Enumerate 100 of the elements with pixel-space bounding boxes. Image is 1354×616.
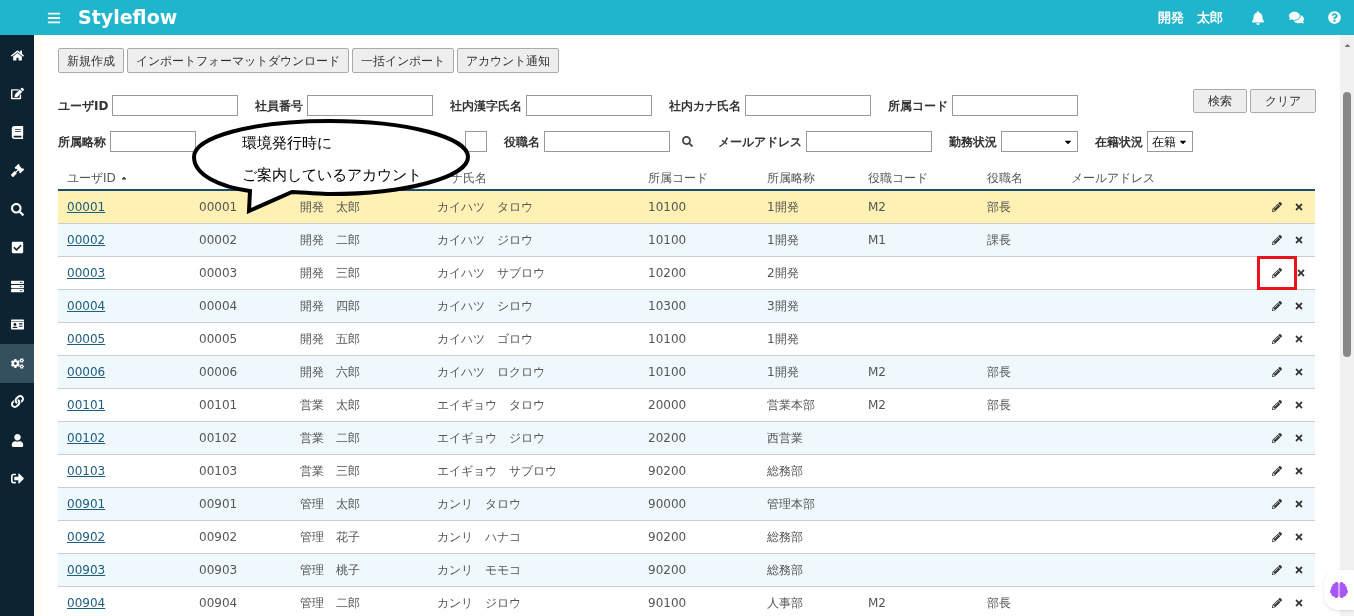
edit-icon — [10, 87, 24, 101]
delete-icon[interactable] — [1294, 202, 1304, 212]
column-header[interactable]: 役職名 — [987, 169, 1023, 187]
callout-text: 環境発行時に — [242, 133, 333, 153]
table-cell: 00001 — [199, 200, 238, 214]
table-row[interactable]: 00002 00002 開発 二郎 カイハツ ジロウ 10100 1開発 M1 課長 — [58, 224, 1315, 257]
table-cell: カイハツ サブロウ — [437, 266, 545, 280]
table-row[interactable]: 00001 00001 開発 太郎 カイハツ タロウ 10100 1開発 M2 部長 — [58, 191, 1315, 224]
toolbar-button[interactable]: インポートフォーマットダウンロード — [127, 48, 349, 73]
user-icon — [10, 433, 24, 447]
filter-input[interactable] — [806, 131, 932, 152]
user-id-link[interactable]: 00006 — [67, 365, 106, 379]
table-row[interactable]: 00102 00102 営業 二郎 エイギョウ ジロウ 20200 西営業 — [58, 422, 1315, 455]
filter-input[interactable] — [112, 95, 239, 116]
filter-label: ユーザID — [58, 97, 109, 115]
edit-button[interactable] — [1271, 564, 1283, 576]
delete-icon[interactable] — [1296, 268, 1306, 278]
user-id-link[interactable]: 00003 — [67, 266, 106, 280]
table-cell: 90100 — [648, 596, 687, 610]
user-id-link[interactable]: 00102 — [67, 431, 106, 445]
user-id-link[interactable]: 00004 — [67, 299, 106, 313]
table-cell: 総務部 — [767, 563, 803, 577]
table-row[interactable]: 00003 00003 開発 三郎 カイハツ サブロウ 10200 2開発 — [58, 257, 1315, 290]
pencil-icon — [1272, 532, 1282, 542]
filter-label: 所属略称 — [58, 133, 106, 151]
pencil-icon — [1272, 565, 1282, 575]
filter-input[interactable] — [544, 131, 670, 152]
delete-icon[interactable] — [1294, 598, 1304, 608]
status-select[interactable] — [1001, 131, 1078, 152]
scrollbar[interactable] — [1340, 35, 1354, 616]
user-id-link[interactable]: 00103 — [67, 464, 106, 478]
table-cell: 00904 — [199, 596, 238, 610]
column-header[interactable]: ユーザID — [67, 169, 116, 187]
search-form-button[interactable]: 検索 — [1193, 89, 1247, 113]
filter-input[interactable] — [745, 95, 872, 116]
filter-label: 所属コード — [888, 97, 949, 115]
edit-button[interactable] — [1271, 234, 1283, 246]
edit-button[interactable] — [1271, 201, 1283, 213]
column-header[interactable]: 所属略称 — [767, 169, 815, 187]
user-id-link[interactable]: 00902 — [67, 530, 106, 544]
toolbar-button[interactable]: 一括インポート — [352, 48, 454, 73]
table-cell: 00002 — [199, 233, 238, 247]
delete-icon[interactable] — [1294, 334, 1304, 344]
edit-button[interactable] — [1271, 333, 1283, 345]
delete-icon[interactable] — [1294, 565, 1304, 575]
status-select[interactable]: 在籍 — [1147, 131, 1193, 152]
column-header[interactable]: 役職コード — [868, 169, 928, 187]
delete-icon[interactable] — [1294, 433, 1304, 443]
filter-input[interactable] — [110, 131, 196, 152]
assistant-widget[interactable] — [1324, 570, 1354, 610]
edit-button[interactable] — [1271, 498, 1283, 510]
sidebar-item[interactable] — [0, 344, 34, 383]
delete-icon[interactable] — [1294, 301, 1304, 311]
toolbar-button[interactable]: 新規作成 — [58, 48, 124, 73]
column-header[interactable]: 所属コード — [648, 169, 708, 187]
app-logo: Styleflow — [78, 5, 178, 31]
edit-button[interactable] — [1271, 531, 1283, 543]
user-id-link[interactable]: 00002 — [67, 233, 106, 247]
user-id-link[interactable]: 00101 — [67, 398, 106, 412]
user-id-link[interactable]: 00903 — [67, 563, 106, 577]
delete-icon[interactable] — [1294, 235, 1304, 245]
scrollbar-thumb[interactable] — [1343, 92, 1351, 357]
column-header[interactable]: メールアドレス — [1071, 169, 1155, 187]
filter-input[interactable] — [526, 95, 653, 116]
table-row[interactable]: 00004 00004 開発 四郎 カイハツ シロウ 10300 3開発 — [58, 290, 1315, 323]
delete-icon[interactable] — [1294, 532, 1304, 542]
user-id-link[interactable]: 00001 — [67, 200, 106, 214]
edit-button[interactable] — [1271, 399, 1283, 411]
filter-input[interactable] — [952, 95, 1079, 116]
pencil-icon — [1272, 301, 1282, 311]
edit-button[interactable] — [1271, 432, 1283, 444]
user-id-link[interactable]: 00904 — [67, 596, 106, 610]
gavel-icon — [10, 164, 24, 178]
user-id-link[interactable]: 00901 — [67, 497, 106, 511]
table-cell: 営業 三郎 — [300, 464, 360, 478]
delete-icon[interactable] — [1294, 367, 1304, 377]
table-row[interactable]: 00901 00901 管理 太郎 カンリ タロウ 90000 管理本部 — [58, 488, 1315, 521]
column-header[interactable]: ナ氏名 — [451, 169, 487, 187]
user-id-link[interactable]: 00005 — [67, 332, 106, 346]
search-icon[interactable] — [682, 136, 693, 147]
filter-input[interactable] — [307, 95, 434, 116]
table-cell: M2 — [868, 398, 886, 412]
table-cell: 西営業 — [767, 431, 803, 445]
table-row[interactable]: 00006 00006 開発 六郎 カイハツ ロクロウ 10100 1開発 M2 部長 — [58, 356, 1315, 389]
delete-icon[interactable] — [1294, 400, 1304, 410]
delete-icon[interactable] — [1294, 499, 1304, 509]
search-form-button[interactable]: クリア — [1250, 89, 1316, 113]
table-cell: カンリ ハナコ — [437, 530, 521, 544]
toolbar-button[interactable]: アカウント通知 — [457, 48, 559, 73]
delete-icon[interactable] — [1294, 466, 1304, 476]
edit-button[interactable] — [1271, 597, 1283, 609]
edit-button[interactable] — [1271, 366, 1283, 378]
filter-label: 社内漢字氏名 — [450, 97, 523, 115]
pencil-icon — [1272, 499, 1282, 509]
edit-button[interactable] — [1271, 300, 1283, 312]
edit-button[interactable] — [1271, 465, 1283, 477]
pencil-icon — [1272, 598, 1282, 608]
table-row[interactable]: 00903 00903 管理 桃子 カンリ モモコ 90200 総務部 — [58, 554, 1315, 587]
filter-input[interactable] — [465, 131, 487, 152]
table-cell: M2 — [868, 200, 886, 214]
